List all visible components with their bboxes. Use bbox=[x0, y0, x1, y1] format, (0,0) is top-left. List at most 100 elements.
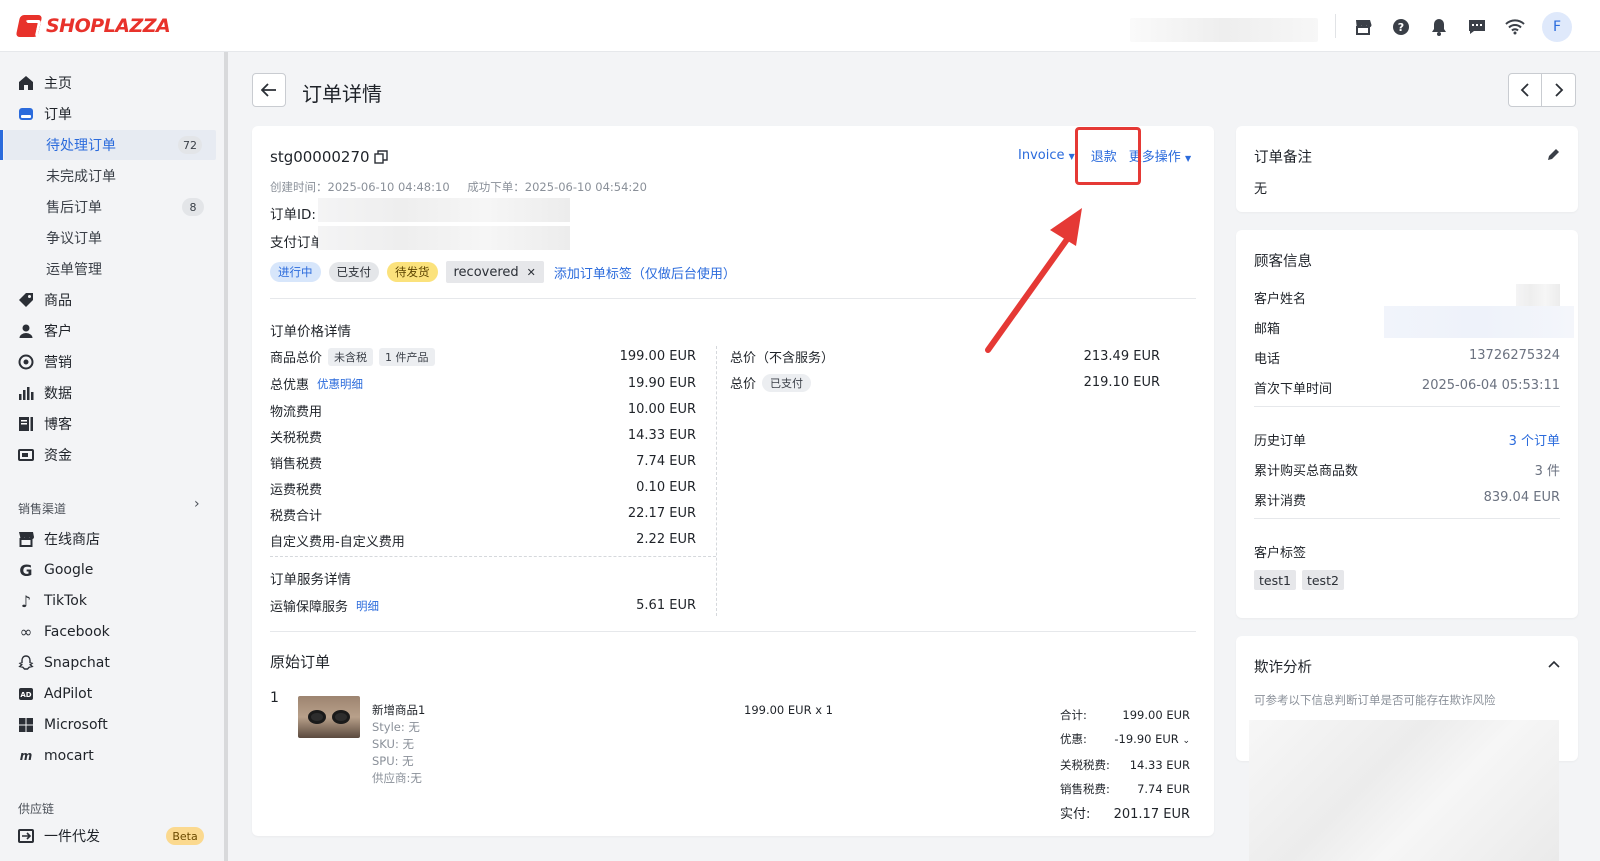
sidebar-item-label: 未完成订单 bbox=[46, 169, 116, 185]
shoplazza-logo[interactable]: SHOPLAZZA bbox=[15, 14, 171, 37]
price-row-duties: 关税税费 bbox=[270, 427, 322, 446]
sidebar-item-marketing[interactable]: 营销 bbox=[0, 347, 218, 377]
tax-excluded-tag: 未含税 bbox=[328, 347, 374, 366]
payment-order-blurred bbox=[318, 226, 570, 250]
total-row: 总价 已支付 bbox=[730, 373, 812, 392]
home-icon bbox=[18, 75, 34, 91]
sidebar-item-pending-orders[interactable]: 待处理订单 72 bbox=[0, 130, 216, 160]
sidebar-item-incomplete-orders[interactable]: 未完成订单 bbox=[0, 161, 218, 191]
email-blurred bbox=[1384, 306, 1574, 338]
summary-value: 7.74 EUR bbox=[1137, 782, 1190, 796]
sidebar-item-label: 在线商店 bbox=[44, 532, 100, 548]
invoice-dropdown[interactable]: Invoice ▼ bbox=[1018, 148, 1075, 163]
summary-row: 关税税费: 14.33 EUR bbox=[1060, 753, 1190, 777]
service-row-shipping-protection: 运输保障服务 明细 bbox=[270, 596, 379, 616]
product-thumbnail[interactable] bbox=[298, 696, 360, 738]
add-order-tag-link[interactable]: 添加订单标签（仅做后台使用） bbox=[554, 263, 736, 282]
sidebar-item-products[interactable]: 商品 bbox=[0, 285, 218, 315]
dropship-icon bbox=[18, 828, 34, 844]
glasses-lens bbox=[308, 710, 326, 724]
sidebar-item-label: 数据 bbox=[44, 386, 72, 402]
help-icon[interactable]: ? bbox=[1386, 13, 1416, 41]
total-label: 总价（不含服务） bbox=[730, 351, 835, 366]
sidebar-item-tiktok[interactable]: ♪ TikTok bbox=[0, 586, 218, 616]
sidebar-item-label: Microsoft bbox=[44, 717, 108, 733]
shoplazza-logo-icon bbox=[15, 14, 43, 37]
brand-name: SHOPLAZZA bbox=[46, 14, 171, 37]
sidebar-item-facebook[interactable]: ∞ Facebook bbox=[0, 617, 218, 647]
wifi-icon[interactable] bbox=[1500, 13, 1530, 41]
sidebar-item-customers[interactable]: 客户 bbox=[0, 316, 218, 346]
tiktok-icon: ♪ bbox=[20, 591, 32, 611]
chevron-right-icon[interactable]: › bbox=[194, 496, 200, 512]
price-row-shipping-tax: 运费税费 bbox=[270, 479, 322, 498]
close-icon[interactable]: ✕ bbox=[527, 266, 536, 279]
sidebar-item-label: 主页 bbox=[44, 76, 72, 92]
sidebar-item-dropshipping[interactable]: 一件代发 Beta bbox=[0, 821, 218, 851]
back-button[interactable] bbox=[252, 73, 286, 107]
sidebar-item-aftersale-orders[interactable]: 售后订单 8 bbox=[0, 192, 218, 222]
chevron-right-icon bbox=[1554, 83, 1563, 97]
sidebar-item-label: mocart bbox=[44, 748, 94, 764]
product-name[interactable]: 新增商品1 bbox=[372, 702, 425, 719]
next-order-button[interactable] bbox=[1542, 73, 1576, 107]
order-history-link[interactable]: 3 个订单 bbox=[1509, 430, 1560, 449]
store-name-blurred bbox=[1130, 18, 1318, 42]
phone-value: 13726275324 bbox=[1469, 348, 1560, 363]
payment-order-label: 支付订单 bbox=[270, 235, 324, 251]
discount-details-link[interactable]: 优惠明细 bbox=[317, 376, 363, 392]
summary-row: 销售税费: 7.74 EUR bbox=[1060, 777, 1190, 801]
bell-icon[interactable] bbox=[1424, 13, 1454, 41]
svg-text:?: ? bbox=[1398, 21, 1404, 34]
message-icon[interactable] bbox=[1462, 13, 1492, 41]
sidebar-item-analytics[interactable]: 数据 bbox=[0, 378, 218, 408]
sidebar-scrollbar[interactable] bbox=[224, 52, 228, 861]
original-order-title: 原始订单 bbox=[270, 653, 331, 671]
chevron-down-icon: ⌄ bbox=[1182, 736, 1190, 746]
discount-amount: -19.90 EUR bbox=[1114, 732, 1179, 746]
count-badge: 72 bbox=[178, 136, 202, 154]
sidebar-item-mocart[interactable]: m mocart bbox=[0, 741, 218, 771]
sidebar-item-label: 订单 bbox=[44, 107, 72, 123]
item-count-tag: 1 件产品 bbox=[379, 347, 435, 366]
order-id-blurred bbox=[318, 198, 570, 222]
sidebar-item-label: TikTok bbox=[44, 593, 87, 609]
sidebar-item-microsoft[interactable]: Microsoft bbox=[0, 710, 218, 740]
sidebar-item-blog[interactable]: 博客 bbox=[0, 409, 218, 439]
order-number-text: stg00000270 bbox=[270, 148, 370, 166]
line-item-index: 1 bbox=[270, 690, 279, 706]
product-sku: SKU: 无 bbox=[372, 737, 414, 751]
sidebar-item-orders[interactable]: 订单 bbox=[0, 99, 218, 129]
sidebar-item-disputes[interactable]: 争议订单 bbox=[0, 223, 218, 253]
copy-icon[interactable] bbox=[373, 150, 388, 164]
price-label: 商品总价 bbox=[270, 351, 323, 366]
summary-value: 14.33 EUR bbox=[1129, 758, 1190, 772]
custom-tag: recovered ✕ bbox=[445, 261, 544, 283]
order-pager bbox=[1508, 73, 1576, 107]
summary-value[interactable]: -19.90 EUR ⌄ bbox=[1114, 727, 1190, 753]
product-style: Style: 无 bbox=[372, 720, 420, 734]
sidebar-item-label: 客户 bbox=[44, 324, 72, 340]
customer-name-label: 客户姓名 bbox=[1254, 292, 1307, 307]
sidebar-item-snapchat[interactable]: Snapchat bbox=[0, 648, 218, 678]
customer-tag: test1 bbox=[1254, 570, 1296, 590]
store-icon[interactable] bbox=[1348, 13, 1378, 41]
status-badge-unshipped: 待发货 bbox=[387, 262, 438, 282]
sidebar-item-adpilot[interactable]: AD AdPilot bbox=[0, 679, 218, 709]
order-notes-card: 订单备注 无 bbox=[1236, 126, 1578, 212]
items-purchased-label: 累计购买总商品数 bbox=[1254, 464, 1359, 479]
avatar[interactable]: F bbox=[1542, 12, 1572, 42]
chevron-left-icon bbox=[1520, 83, 1529, 97]
sidebar-item-shipments[interactable]: 运单管理 bbox=[0, 254, 218, 284]
previous-order-button[interactable] bbox=[1508, 73, 1542, 107]
edit-icon[interactable] bbox=[1546, 148, 1560, 162]
service-details-link[interactable]: 明细 bbox=[356, 598, 379, 614]
sidebar-item-home[interactable]: 主页 bbox=[0, 68, 218, 98]
sidebar-item-finance[interactable]: 资金 bbox=[0, 440, 218, 470]
sidebar-item-label: 待处理订单 bbox=[46, 138, 116, 154]
sidebar-item-google[interactable]: G Google bbox=[0, 555, 218, 585]
success-time: 成功下单：2025-06-10 04:54:20 bbox=[467, 180, 647, 194]
sidebar-item-label: Facebook bbox=[44, 624, 110, 640]
sidebar-item-online-store[interactable]: 在线商店 bbox=[0, 524, 218, 554]
chevron-up-icon[interactable] bbox=[1548, 660, 1560, 668]
